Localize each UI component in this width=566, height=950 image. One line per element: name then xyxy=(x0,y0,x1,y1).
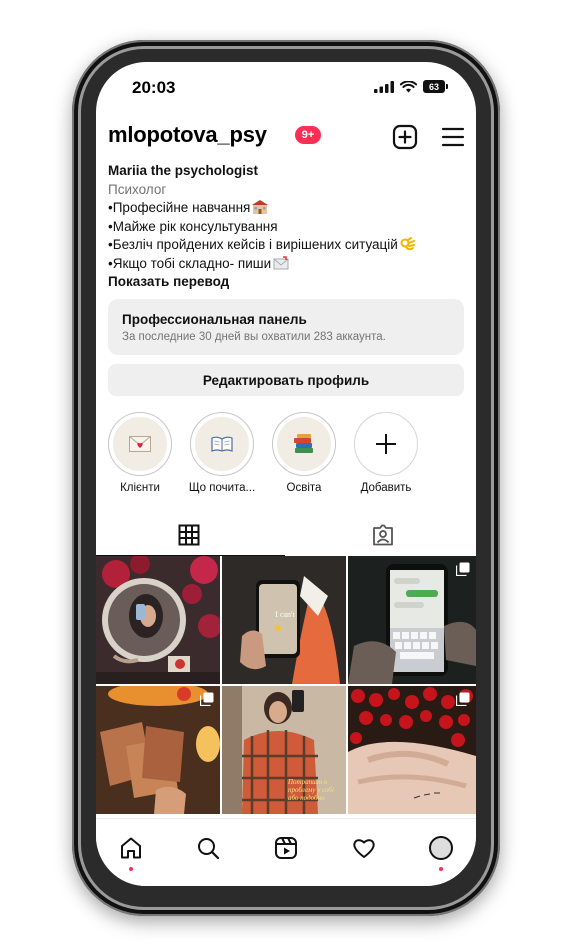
posts-grid: I can't Потрапило в проблему у собі або … xyxy=(96,556,476,816)
multiple-photos-icon xyxy=(200,692,214,706)
phone-screen: 20:03 63 mlopotova_psy 9+ Mariia the psy… xyxy=(96,62,476,886)
open-book-icon xyxy=(211,436,233,452)
profile-name: Mariia the psychologist xyxy=(108,163,259,178)
battery-level: 63 xyxy=(423,80,445,93)
bio-line: •Майже рік консультування xyxy=(108,218,278,234)
multiple-photos-icon xyxy=(456,692,470,706)
create-post-icon[interactable] xyxy=(392,124,418,150)
profile-notification-dot xyxy=(439,867,443,871)
menu-icon[interactable] xyxy=(440,124,466,150)
bio-line: •Професійне навчання xyxy=(108,199,468,218)
post-thumbnail[interactable]: Потрапило в проблему у собі або подобно xyxy=(222,686,346,814)
status-bar: 20:03 63 xyxy=(96,62,476,112)
add-highlight-item[interactable]: Добавить xyxy=(348,412,424,494)
highlight-item[interactable]: Що почита... xyxy=(184,412,260,494)
post-image xyxy=(222,556,346,684)
professional-dashboard-title: Профессиональная панель xyxy=(122,312,307,327)
post-thumbnail[interactable] xyxy=(96,556,220,684)
story-highlights: Клієнти Що почита... Освіта Добавить xyxy=(102,412,472,502)
post-thumbnail[interactable]: I can't xyxy=(222,556,346,684)
bottom-navigation xyxy=(96,818,476,886)
nav-search[interactable] xyxy=(193,833,223,863)
nav-profile[interactable] xyxy=(426,833,456,871)
search-icon[interactable] xyxy=(196,836,220,860)
highlight-label: Освіта xyxy=(286,482,322,494)
signal-icon xyxy=(374,80,394,93)
ok-hand-icon xyxy=(400,237,415,251)
status-indicators: 63 xyxy=(374,80,448,93)
show-translation-link[interactable]: Показать перевод xyxy=(108,273,468,292)
post-thumbnail[interactable] xyxy=(348,556,476,684)
bio-line: •Якщо тобі складно- пиши xyxy=(108,255,468,274)
grid-icon[interactable] xyxy=(178,524,200,546)
profile-bio: Mariia the psychologist Психолог •Профес… xyxy=(108,162,468,292)
profile-username[interactable]: mlopotova_psy xyxy=(108,122,267,148)
profile-tabs xyxy=(96,514,476,556)
profile-category: Психолог xyxy=(108,181,167,197)
post-caption: Потрапило в проблему у собі або подобно xyxy=(288,778,334,802)
home-icon[interactable] xyxy=(119,836,143,860)
post-thumbnail[interactable] xyxy=(96,686,220,814)
school-building-icon xyxy=(252,200,269,214)
highlight-label: Добавить xyxy=(360,482,412,494)
bio-line: •Безліч пройдених кейсів і вирішених сит… xyxy=(108,236,468,255)
profile-header: mlopotova_psy 9+ xyxy=(108,120,466,156)
edit-profile-button[interactable]: Редактировать профиль xyxy=(108,364,464,396)
post-image xyxy=(96,556,220,684)
battery-icon: 63 xyxy=(423,80,448,93)
multiple-photos-icon xyxy=(456,562,470,576)
highlight-item[interactable]: Освіта xyxy=(266,412,342,494)
highlight-label: Клієнти xyxy=(120,482,160,494)
reels-icon[interactable] xyxy=(274,836,298,860)
professional-dashboard-subtitle: За последние 30 дней вы охватили 283 акк… xyxy=(122,331,386,343)
tagged-person-icon[interactable] xyxy=(372,524,394,546)
post-caption: I can't xyxy=(275,610,295,619)
books-icon xyxy=(294,434,313,453)
heart-icon[interactable] xyxy=(352,836,376,860)
highlight-cover[interactable] xyxy=(190,412,254,476)
plus-icon xyxy=(376,434,396,454)
tab-tagged[interactable] xyxy=(372,524,394,551)
add-highlight-button[interactable] xyxy=(354,412,418,476)
envelope-heart-icon xyxy=(129,436,151,452)
home-notification-dot xyxy=(129,867,133,871)
nav-home[interactable] xyxy=(116,833,146,871)
tab-grid[interactable] xyxy=(178,524,200,551)
envelope-icon xyxy=(273,255,289,269)
profile-avatar[interactable] xyxy=(429,836,453,860)
nav-reels[interactable] xyxy=(271,833,301,863)
nav-activity[interactable] xyxy=(349,833,379,863)
highlight-item[interactable]: Клієнти xyxy=(102,412,178,494)
post-thumbnail[interactable] xyxy=(348,686,476,814)
professional-dashboard[interactable]: Профессиональная панель За последние 30 … xyxy=(108,299,464,355)
highlight-label: Що почита... xyxy=(188,482,256,494)
notification-badge[interactable]: 9+ xyxy=(295,126,321,144)
wifi-icon xyxy=(400,80,417,92)
status-time: 20:03 xyxy=(132,78,176,97)
highlight-cover[interactable] xyxy=(272,412,336,476)
highlight-cover[interactable] xyxy=(108,412,172,476)
